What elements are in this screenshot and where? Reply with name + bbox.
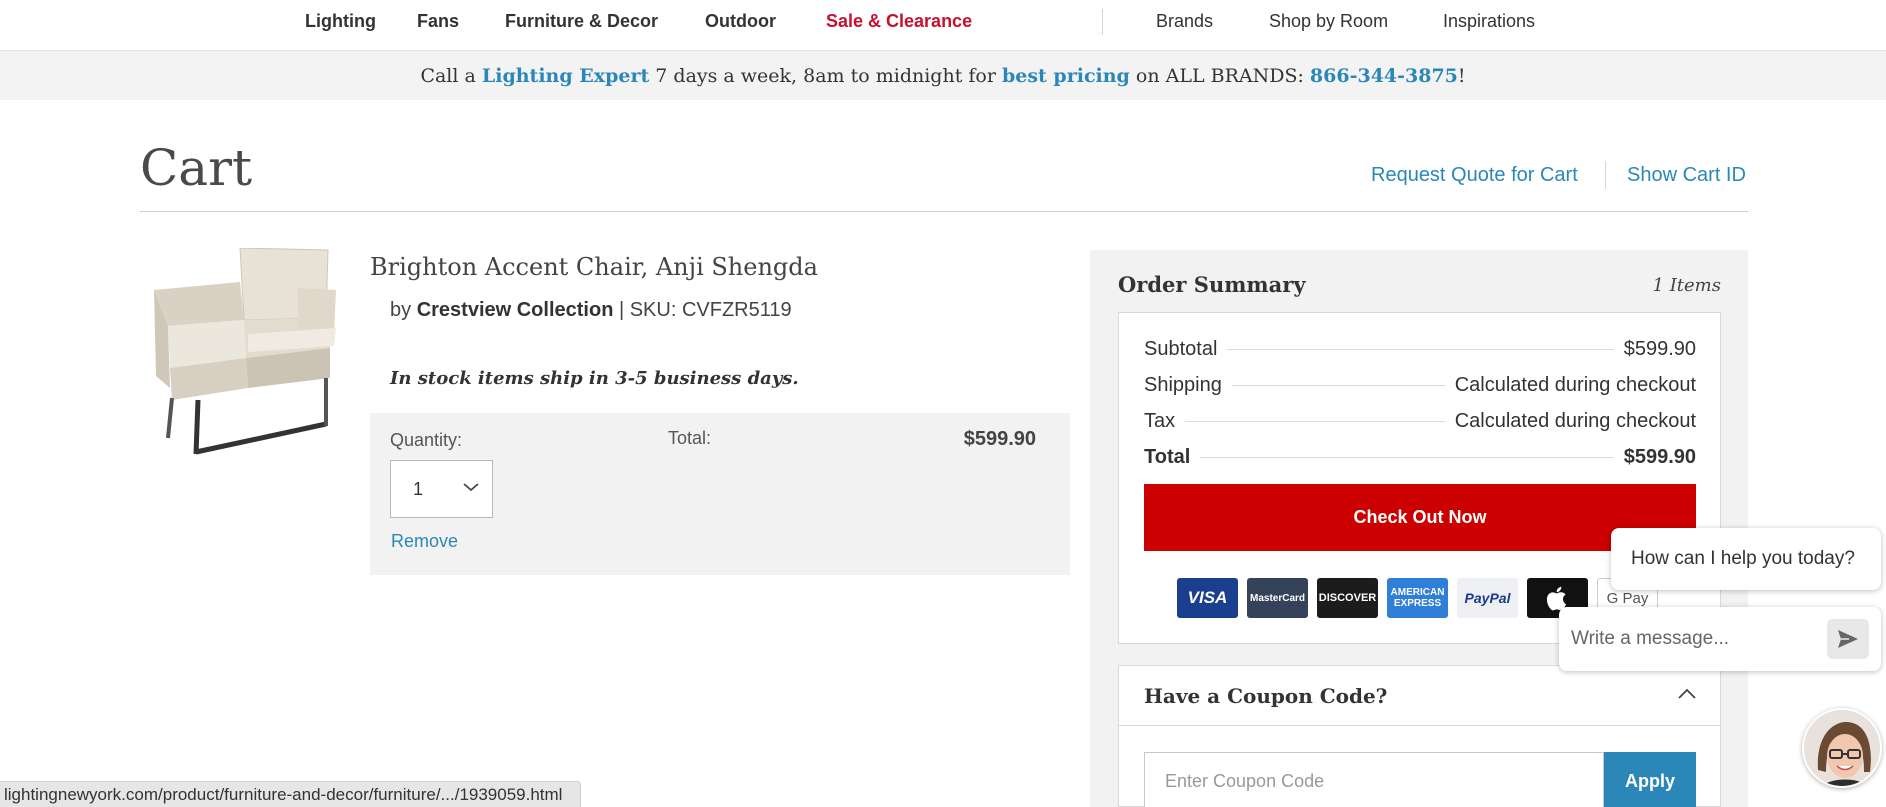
coupon-title: Have a Coupon Code? [1144, 684, 1388, 708]
product-name-link[interactable]: Brighton Accent Chair, Anji Shengda [370, 252, 818, 282]
promo-suffix: ! [1457, 64, 1466, 87]
shipping-label: Shipping [1144, 373, 1222, 396]
nav-outdoor[interactable]: Outdoor [705, 10, 776, 32]
header-rule [140, 211, 1748, 212]
visa-icon: VISA [1177, 578, 1238, 618]
nav-brands[interactable]: Brands [1156, 10, 1213, 32]
lighting-expert-link[interactable]: Lighting Expert [482, 65, 649, 87]
request-quote-link[interactable]: Request Quote for Cart [1371, 163, 1578, 187]
nav-shop-by-room[interactable]: Shop by Room [1269, 10, 1388, 32]
top-navigation: Lighting Fans Furniture & Decor Outdoor … [0, 0, 1886, 51]
product-byline: by Crestview Collection | SKU: CVFZR5119 [390, 298, 792, 322]
mastercard-icon: MasterCard [1247, 578, 1308, 618]
leader-line [1231, 384, 1445, 386]
send-icon [1838, 630, 1858, 648]
tax-label: Tax [1144, 409, 1176, 432]
promo-middle: 7 days a week, 8am to midnight for [655, 64, 996, 87]
nav-furniture-decor[interactable]: Furniture & Decor [505, 10, 658, 32]
coupon-toggle[interactable]: Have a Coupon Code? [1119, 666, 1720, 726]
quantity-select[interactable]: 1 [390, 460, 493, 518]
promo-brands-text: on ALL BRANDS: [1135, 64, 1304, 87]
best-pricing-link[interactable]: best pricing [1002, 65, 1130, 87]
item-count: 1 Items [1652, 275, 1721, 296]
nav-inspirations[interactable]: Inspirations [1443, 10, 1535, 32]
promo-banner: Call a Lighting Expert 7 days a week, 8a… [0, 51, 1886, 100]
quantity-value: 1 [413, 479, 424, 499]
item-total-label: Total: [668, 428, 712, 448]
header-divider [1605, 161, 1606, 189]
summary-box: Subtotal $599.90 Shipping Calculated durin… [1118, 312, 1721, 644]
shipping-line: Shipping Calculated during checkout [1144, 372, 1696, 398]
quantity-label: Quantity: [390, 430, 463, 450]
show-cart-id-link[interactable]: Show Cart ID [1627, 163, 1746, 187]
quantity-panel: Quantity: 1 Remove Total: $599.90 [370, 413, 1070, 575]
by-prefix: by [390, 299, 417, 321]
chat-composer [1559, 607, 1881, 671]
remove-link[interactable]: Remove [391, 531, 458, 552]
tax-line: Tax Calculated during checkout [1144, 408, 1696, 434]
nav-fans[interactable]: Fans [417, 10, 459, 32]
phone-link[interactable]: 866-344-3875 [1310, 65, 1458, 87]
total-value: $599.90 [1623, 445, 1696, 468]
chat-agent-avatar[interactable] [1802, 708, 1882, 788]
total-label: Total [1144, 445, 1191, 468]
subtotal-value: $599.90 [1623, 337, 1696, 360]
page-title: Cart [140, 139, 253, 197]
nav-divider [1102, 9, 1103, 35]
coupon-code-input[interactable] [1144, 752, 1604, 807]
total-line: Total $599.90 [1144, 444, 1696, 470]
tax-value: Calculated during checkout [1454, 409, 1696, 432]
discover-icon: DISCOVER [1317, 578, 1378, 618]
stock-message: In stock items ship in 3-5 business days… [390, 368, 799, 389]
nav-lighting[interactable]: Lighting [305, 10, 376, 32]
coupon-section: Have a Coupon Code? Apply [1118, 665, 1721, 807]
leader-line [1200, 456, 1614, 458]
shipping-value: Calculated during checkout [1454, 373, 1696, 396]
status-bar-url: lightingnewyork.com/product/furniture-an… [0, 781, 582, 807]
chat-message-input[interactable] [1571, 620, 1821, 658]
item-total-value: $599.90 [963, 428, 1036, 450]
subtotal-label: Subtotal [1144, 337, 1218, 360]
brand-link[interactable]: Crestview Collection [417, 299, 614, 321]
chat-greeting: How can I help you today? [1611, 528, 1881, 590]
nav-sale-clearance[interactable]: Sale & Clearance [826, 10, 972, 32]
chevron-down-icon [463, 483, 479, 492]
subtotal-line: Subtotal $599.90 [1144, 336, 1696, 362]
amex-icon: AMERICAN EXPRESS [1387, 578, 1448, 618]
chevron-up-icon [1678, 688, 1696, 699]
send-button[interactable] [1827, 619, 1869, 659]
promo-prefix: Call a [420, 64, 476, 87]
leader-line [1185, 420, 1445, 422]
leader-line [1227, 348, 1614, 350]
order-summary-title: Order Summary [1118, 272, 1306, 297]
apply-coupon-button[interactable]: Apply [1604, 752, 1696, 807]
paypal-icon: PayPal [1457, 578, 1518, 618]
sku-text: | SKU: CVFZR5119 [613, 299, 792, 321]
accent-chair-image[interactable] [148, 248, 338, 458]
